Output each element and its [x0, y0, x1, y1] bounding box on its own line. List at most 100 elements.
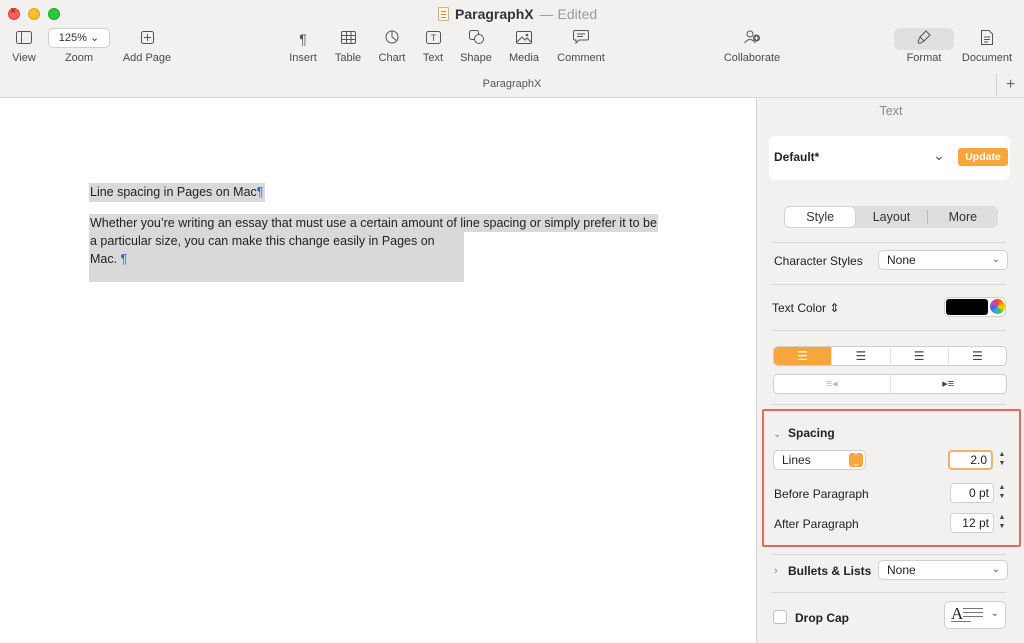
indent-icon: ▸≡ [942, 378, 955, 390]
text-color-well[interactable] [944, 297, 1006, 317]
minimize-window-button[interactable] [28, 8, 40, 20]
collaborate-icon [720, 30, 784, 48]
drop-cap-style-popup[interactable]: A ⌄ [944, 601, 1006, 629]
decrease-indent-button[interactable]: ≡◂ [774, 375, 891, 393]
drop-cap-checkbox[interactable] [773, 610, 787, 624]
traffic-lights [8, 5, 60, 20]
increase-indent-button[interactable]: ▸≡ [891, 375, 1007, 393]
format-inspector: Text Default* ⌄ Update Style Layout More… [756, 98, 1024, 643]
character-styles-popup[interactable]: None ⌄ [878, 250, 1008, 270]
window-toolbar: ParagraphX — Edited View 125% ⌄ Zoom Add… [0, 0, 1024, 74]
color-wheel-icon[interactable] [990, 299, 1005, 314]
drop-cap-preview-letter: A [951, 604, 964, 623]
before-paragraph-stepper[interactable]: ▲ ▼ [997, 483, 1007, 503]
document-canvas[interactable]: Line spacing in Pages on Mac¶ Whether yo… [0, 98, 756, 643]
tab-style[interactable]: Style [785, 207, 856, 227]
divider [772, 242, 1006, 243]
paintbrush-icon [894, 30, 954, 48]
new-tab-button[interactable]: + [996, 74, 1024, 96]
pages-document-icon [438, 7, 449, 21]
close-window-button[interactable] [8, 5, 20, 20]
format-button[interactable]: Format [894, 30, 954, 64]
indent-control: ≡◂ ▸≡ [773, 374, 1007, 394]
view-button[interactable]: View [8, 30, 40, 64]
chart-button[interactable]: Chart [376, 30, 408, 64]
justify-icon: ☰ [971, 349, 983, 363]
pilcrow-icon: ¶ [299, 31, 307, 47]
text-button[interactable]: T Text [418, 30, 448, 64]
chevron-down-icon[interactable]: ⌄ [773, 429, 781, 440]
bullets-lists-popup[interactable]: None ⌄ [878, 560, 1008, 580]
plus-square-icon [120, 30, 174, 48]
outdent-icon: ≡◂ [825, 378, 838, 390]
text-color-swatch[interactable] [946, 299, 988, 315]
paragraph-style-selector[interactable]: Default* ⌄ Update [769, 136, 1010, 180]
align-right-button[interactable]: ☰ [891, 347, 949, 365]
line-spacing-mode-popup[interactable]: Lines ⌃ ⌄ [773, 450, 866, 470]
zoom-popup[interactable]: 125% ⌄ [48, 28, 110, 48]
insert-button[interactable]: ¶ Insert [286, 30, 320, 64]
shape-button[interactable]: Shape [458, 30, 494, 64]
table-button[interactable]: Table [331, 30, 365, 64]
text-color-label[interactable]: Text Color ⇕ [772, 301, 839, 315]
photo-icon [506, 30, 542, 48]
text-box-icon: T [418, 30, 448, 48]
update-style-button[interactable]: Update [958, 148, 1008, 166]
plus-icon: + [1005, 76, 1016, 93]
justify-button[interactable]: ☰ [949, 347, 1006, 365]
comment-button[interactable]: Comment [554, 30, 608, 64]
character-styles-label: Character Styles [774, 254, 863, 268]
media-button[interactable]: Media [506, 30, 542, 64]
inspector-header: Text [879, 104, 903, 118]
after-paragraph-field[interactable]: 12 pt [950, 513, 994, 533]
up-down-chevron-icon: ⇕ [829, 301, 840, 315]
document-tab-bar: ParagraphX [0, 74, 1024, 98]
chevron-down-icon[interactable]: ⌄ [933, 147, 945, 164]
after-paragraph-stepper[interactable]: ▲ ▼ [997, 513, 1007, 533]
table-icon [331, 30, 365, 48]
align-right-icon: ☰ [913, 349, 925, 363]
chevron-down-icon: ⌄ [991, 564, 1000, 575]
svg-text:T: T [430, 33, 436, 43]
pilcrow-mark: ¶ [256, 185, 264, 199]
chevron-down-icon: ⌄ [991, 254, 1000, 265]
bullets-lists-label[interactable]: Bullets & Lists [788, 564, 871, 578]
zoom-window-button[interactable] [48, 8, 60, 20]
paragraph-line-1: Whether you’re writing an essay that mus… [89, 214, 658, 232]
chevron-down-icon: ⌄ [89, 32, 100, 44]
spacing-section-label[interactable]: Spacing [788, 426, 835, 440]
document-heading[interactable]: Line spacing in Pages on Mac¶ [89, 183, 265, 202]
divider [772, 554, 1006, 555]
chevron-right-icon[interactable]: › [774, 565, 778, 577]
divider [772, 284, 1006, 285]
tab-more[interactable]: More [928, 206, 998, 228]
shape-icon [458, 30, 494, 48]
zoom-control[interactable]: 125% ⌄ Zoom [48, 28, 110, 64]
paragraph-selection-tail [89, 268, 464, 282]
divider [772, 592, 1006, 593]
align-center-button[interactable]: ☰ [832, 347, 891, 365]
before-paragraph-label: Before Paragraph [774, 487, 869, 501]
paragraph-style-name: Default* [774, 150, 820, 164]
before-paragraph-field[interactable]: 0 pt [950, 483, 994, 503]
comment-icon [554, 30, 608, 48]
line-spacing-field[interactable]: 2.0 [948, 450, 993, 470]
chart-icon [376, 30, 408, 48]
document-button[interactable]: Document [958, 30, 1016, 64]
align-left-icon: ☰ [797, 349, 808, 363]
align-left-button[interactable]: ☰ [774, 347, 833, 365]
document-paragraph[interactable]: Whether you’re writing an essay that mus… [89, 214, 658, 282]
pilcrow-mark: ¶ [120, 252, 128, 266]
add-page-button[interactable]: Add Page [120, 30, 174, 64]
document-title: ParagraphX [455, 6, 534, 22]
window-title: ParagraphX — Edited [438, 6, 597, 22]
document-tab-title: ParagraphX [482, 78, 542, 90]
divider [772, 330, 1006, 331]
edited-status: — Edited [539, 6, 598, 22]
sidebar-icon [8, 30, 40, 48]
align-center-icon: ☰ [855, 349, 867, 363]
up-down-chevron-icon: ⌃ ⌄ [849, 453, 863, 468]
tab-layout[interactable]: Layout [856, 206, 926, 228]
line-spacing-stepper[interactable]: ▲ ▼ [997, 450, 1007, 470]
collaborate-button[interactable]: Collaborate [720, 30, 784, 64]
